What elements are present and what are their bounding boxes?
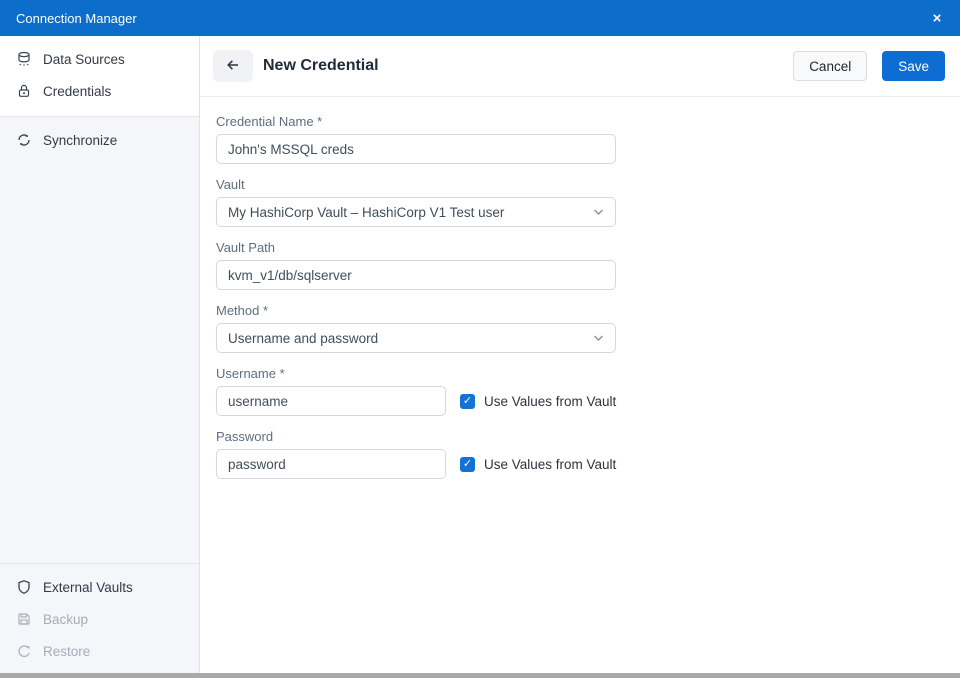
password-use-vault-wrap: ✓ Use Values from Vault: [460, 457, 616, 472]
credential-form: Credential Name * Vault My HashiCorp Vau…: [200, 97, 960, 509]
sidebar-item-label: Data Sources: [43, 52, 125, 67]
sidebar-item-backup[interactable]: Backup: [0, 603, 199, 635]
username-use-vault-label: Use Values from Vault: [484, 394, 616, 409]
credential-name-group: Credential Name *: [216, 114, 944, 164]
username-use-vault-checkbox[interactable]: ✓: [460, 394, 475, 409]
vault-path-group: Vault Path: [216, 240, 944, 290]
checkmark-icon: ✓: [463, 395, 472, 407]
sidebar-item-label: External Vaults: [43, 580, 133, 595]
password-use-vault-checkbox[interactable]: ✓: [460, 457, 475, 472]
vault-group: Vault My HashiCorp Vault – HashiCorp V1 …: [216, 177, 944, 227]
restore-icon: [16, 643, 32, 659]
sidebar-item-label: Synchronize: [43, 133, 117, 148]
database-icon: [16, 51, 32, 67]
page-title: New Credential: [263, 57, 379, 75]
vault-label: Vault: [216, 177, 944, 192]
back-arrow-icon: [225, 57, 241, 76]
window-bottom-edge: [0, 673, 960, 678]
save-button[interactable]: Save: [882, 51, 945, 81]
password-input[interactable]: [216, 449, 446, 479]
sidebar-item-data-sources[interactable]: Data Sources: [0, 43, 199, 75]
password-label: Password: [216, 429, 944, 444]
vault-select-value: My HashiCorp Vault – HashiCorp V1 Test u…: [228, 205, 504, 220]
close-button[interactable]: ×: [914, 0, 960, 36]
sidebar-item-external-vaults[interactable]: External Vaults: [0, 571, 199, 603]
method-select[interactable]: Username and password: [216, 323, 616, 353]
password-use-vault-label: Use Values from Vault: [484, 457, 616, 472]
sidebar-section-actions: Synchronize: [0, 117, 199, 163]
sidebar-item-restore[interactable]: Restore: [0, 635, 199, 667]
save-disk-icon: [16, 611, 32, 627]
method-label: Method *: [216, 303, 944, 318]
page-header: New Credential Cancel Save: [200, 36, 960, 97]
vault-path-input[interactable]: [216, 260, 616, 290]
username-input[interactable]: [216, 386, 446, 416]
username-group: Username * ✓ Use Values from Vault: [216, 366, 944, 416]
sidebar-item-label: Credentials: [43, 84, 111, 99]
sync-icon: [16, 132, 32, 148]
method-group: Method * Username and password: [216, 303, 944, 353]
cancel-button[interactable]: Cancel: [793, 51, 867, 81]
titlebar: Connection Manager ×: [0, 0, 960, 36]
sidebar-item-label: Backup: [43, 612, 88, 627]
vault-path-label: Vault Path: [216, 240, 944, 255]
back-button[interactable]: [213, 50, 253, 82]
password-group: Password ✓ Use Values from Vault: [216, 429, 944, 479]
close-icon: ×: [933, 10, 942, 27]
chevron-down-icon: [593, 208, 604, 216]
shield-icon: [16, 579, 32, 595]
vault-select[interactable]: My HashiCorp Vault – HashiCorp V1 Test u…: [216, 197, 616, 227]
checkmark-icon: ✓: [463, 458, 472, 470]
sidebar-item-credentials[interactable]: Credentials: [0, 75, 199, 107]
username-label: Username *: [216, 366, 944, 381]
chevron-down-icon: [593, 334, 604, 342]
username-use-vault-wrap: ✓ Use Values from Vault: [460, 394, 616, 409]
credential-name-input[interactable]: [216, 134, 616, 164]
credential-name-label: Credential Name *: [216, 114, 944, 129]
sidebar-item-label: Restore: [43, 644, 90, 659]
sidebar-item-synchronize[interactable]: Synchronize: [0, 124, 199, 156]
lock-icon: [16, 83, 32, 99]
window-title: Connection Manager: [16, 11, 137, 26]
sidebar-section-tools: External Vaults Backup: [0, 563, 199, 673]
sidebar-spacer: [0, 163, 199, 563]
sidebar: Data Sources Credentials: [0, 36, 200, 673]
header-actions: Cancel Save: [793, 51, 945, 81]
connection-manager-window: Connection Manager ×: [0, 0, 960, 678]
main-panel: New Credential Cancel Save Credential Na…: [200, 36, 960, 673]
method-select-value: Username and password: [228, 331, 378, 346]
sidebar-section-pages: Data Sources Credentials: [0, 36, 199, 117]
